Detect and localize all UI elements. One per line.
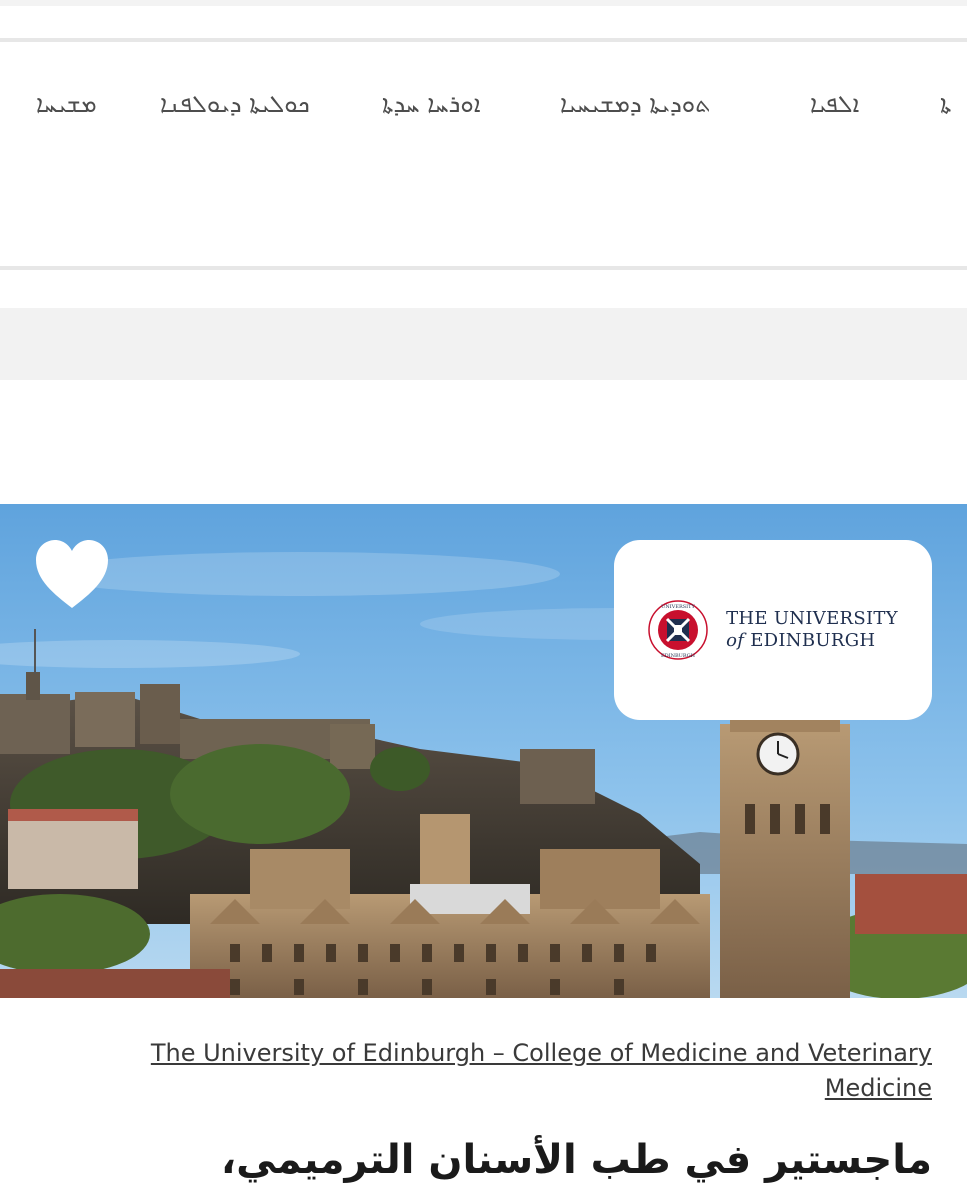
- placeholder-band: [0, 308, 967, 380]
- heart-icon: [36, 540, 108, 608]
- wordmark-of: of: [726, 630, 745, 651]
- wordmark-line-2: of EDINBURGH: [726, 630, 898, 652]
- wordmark-edinburgh: EDINBURGH: [750, 630, 876, 651]
- nav-bar: ܡܫܝܚܐ ܟܘܠܝܬܐ ܕܝܘܠܦܢܐ ܐܘܪܚܐ ܚܕܬܐ ܬܘܕܝܬܐ ܕ…: [0, 84, 967, 124]
- nav-item-1[interactable]: ܡܫܝܚܐ: [36, 84, 97, 124]
- nav-item-6[interactable]: ܬܐ: [940, 84, 951, 124]
- wordmark-line-1: THE UNIVERSITY: [726, 608, 898, 629]
- nav-item-5[interactable]: ܐܠܦܝܐ: [810, 84, 859, 124]
- nav-item-2[interactable]: ܟܘܠܝܬܐ ܕܝܘܠܦܢܐ: [160, 84, 310, 124]
- header-divider-top: [0, 38, 967, 42]
- top-divider: [0, 0, 967, 6]
- favorite-button[interactable]: [34, 538, 110, 612]
- university-logo-card: UNIVERSITY EDINBURGH THE UNIVERSITY of E…: [614, 540, 932, 720]
- svg-text:UNIVERSITY: UNIVERSITY: [661, 604, 695, 610]
- university-wordmark: THE UNIVERSITY of EDINBURGH: [726, 608, 898, 652]
- header-divider-bottom: [0, 266, 967, 270]
- nav-item-3[interactable]: ܐܘܪܚܐ ܚܕܬܐ: [382, 84, 480, 124]
- provider-link[interactable]: The University of Edinburgh – College of…: [72, 1036, 932, 1106]
- svg-text:EDINBURGH: EDINBURGH: [661, 653, 696, 659]
- nav-item-4[interactable]: ܬܘܕܝܬܐ ܕܡܫܝܚܝܐ: [560, 84, 711, 124]
- university-crest-icon: UNIVERSITY EDINBURGH: [648, 600, 708, 660]
- university-logo: UNIVERSITY EDINBURGH THE UNIVERSITY of E…: [648, 600, 898, 660]
- course-title: ماجستير في طب الأسنان الترميمي،: [220, 1137, 932, 1183]
